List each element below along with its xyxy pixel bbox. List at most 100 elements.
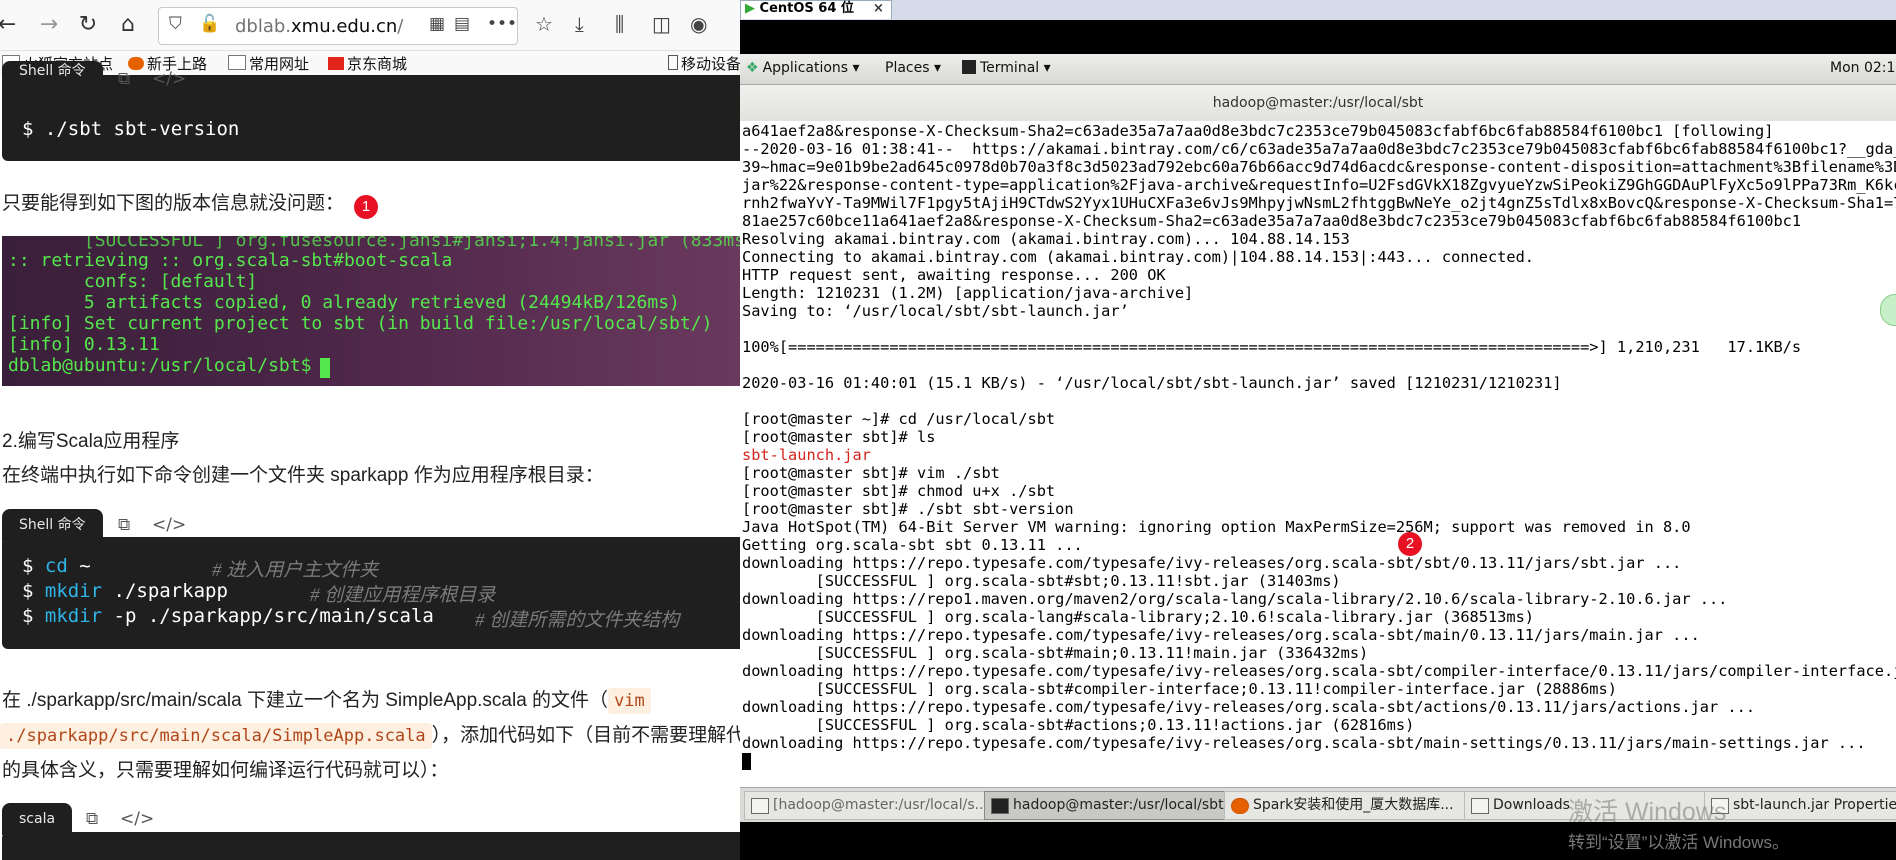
terminal-line: [root@master sbt]# ls xyxy=(742,428,936,446)
view-source-icon[interactable]: </> xyxy=(120,809,154,829)
terminal-line: jar%22&response-content-type=application… xyxy=(742,176,1896,194)
terminal-line: 100%[===================================… xyxy=(742,338,1802,356)
annotation-badge-1: 1 xyxy=(354,195,378,219)
terminal-cursor xyxy=(742,753,751,770)
applications-menu[interactable]: ❖ Applications ▾ xyxy=(746,60,860,76)
paragraph-version-info: 只要能得到如下图的版本信息就没问题： xyxy=(2,193,345,214)
firefox-icon xyxy=(128,57,144,70)
terminal-line: [SUCCESSFUL ] org.scala-sbt#actions;0.13… xyxy=(742,716,1415,734)
vm-window: ▶ CentOS 64 位 × ❖ Applications ▾ Places ▾… xyxy=(740,0,1896,860)
terminal-line: [SUCCESSFUL ] org.scala-sbt#main;0.13.11… xyxy=(742,644,1369,662)
copy-icon[interactable]: ⧉ xyxy=(118,69,130,89)
download-icon[interactable]: ⤓ xyxy=(575,12,584,36)
bookmarks-bar: 火狐官方站点 新手上路 常用网址 京东商城 移动设备 xyxy=(0,51,740,75)
terminal-launcher[interactable]: Terminal ▾ xyxy=(962,60,1051,76)
section-heading: 2.编写Scala应用程序 xyxy=(2,431,180,452)
reload-icon[interactable]: ↻ xyxy=(75,12,101,38)
bookmark-common-sites[interactable]: 常用网址 xyxy=(228,53,309,74)
shield-icon[interactable]: ⛉ xyxy=(169,14,182,34)
bookmark-mobile[interactable]: 移动设备 xyxy=(668,53,740,74)
copy-icon[interactable]: ⧉ xyxy=(118,515,130,535)
firefox-window: ← → ↻ ⌂ ⛉ 🔓 dblab.xmu.edu.cn/ ▦ ▤ ••• ☆ … xyxy=(0,0,740,860)
copy-icon[interactable]: ⧉ xyxy=(86,809,98,829)
more-actions-icon[interactable]: ••• xyxy=(487,14,517,34)
terminal-line: downloading https://repo1.maven.org/mave… xyxy=(742,590,1728,608)
paragraph-create-file-cont: ./sparkapp/src/main/scala/SimpleApp.scal… xyxy=(0,720,740,749)
annotation-badge-2: 2 xyxy=(1398,532,1422,556)
vm-top-margin xyxy=(740,20,1896,54)
terminal-title-bar: hadoop@master:/usr/local/sbt xyxy=(740,85,1896,121)
terminal-image-line: 5 artifacts copied, 0 already retrieved … xyxy=(8,292,680,313)
terminal-line: downloading https://repo.typesafe.com/ty… xyxy=(742,626,1700,644)
taskbar-item-terminal-2[interactable]: hadoop@master:/usr/local/sbt xyxy=(984,791,1230,820)
back-icon[interactable]: ← xyxy=(0,12,20,38)
folder-icon xyxy=(228,55,246,70)
terminal-line: Saving to: ‘/usr/local/sbt/sbt-launch.ja… xyxy=(742,302,1129,320)
code-line: $ mkdir -p ./sparkapp/src/main/scala # 创建… xyxy=(22,605,680,631)
terminal-image-line: [info] 0.13.11 xyxy=(8,334,160,355)
taskbar-item-properties[interactable]: sbt-launch.jar Properties xyxy=(1704,791,1896,820)
terminal-line: [root@master sbt]# vim ./sbt xyxy=(742,464,1000,482)
terminal-line: a641aef2a8&response-X-Checksum-Sha2=c63a… xyxy=(742,122,1774,140)
terminal-line: [root@master sbt]# ./sbt sbt-version xyxy=(742,500,1074,518)
mobile-icon xyxy=(668,55,678,70)
bookmark-star-icon[interactable]: ☆ xyxy=(535,12,553,36)
account-icon[interactable]: ◉ xyxy=(690,12,707,36)
vm-tab-bar: ▶ CentOS 64 位 × xyxy=(740,0,1896,20)
terminal-line: 39~hmac=9e01b9be2ad645c0978d0b70a3f8c3d5… xyxy=(742,158,1896,176)
close-icon[interactable]: × xyxy=(873,1,884,17)
folder-icon xyxy=(1471,798,1489,814)
terminal-line: --2020-03-16 01:38:41-- https://akamai.b… xyxy=(742,140,1896,158)
terminal-line: downloading https://repo.typesafe.com/ty… xyxy=(742,698,1756,716)
terminal-image-line: [info] Set current project to sbt (in bu… xyxy=(8,313,713,334)
paragraph-create-file-end: 的具体含义，只需要理解如何编译运行代码就可以）： xyxy=(2,760,449,781)
terminal-icon xyxy=(991,798,1009,814)
taskbar-item-firefox[interactable]: Spark安装和使用_厦大数据库... xyxy=(1224,791,1470,820)
terminal-line: [SUCCESSFUL ] org.scala-sbt#sbt;0.13.11!… xyxy=(742,572,1341,590)
terminal-line: rnh2fwaYvY-Ta9MWil7F1pgy5tAjiH9CTdwS2Yyx… xyxy=(742,194,1896,212)
library-icon[interactable]: ⫼ xyxy=(615,12,624,36)
view-source-icon[interactable]: </> xyxy=(152,69,186,89)
jd-icon xyxy=(328,57,344,70)
url-text: dblab.xmu.edu.cn/ xyxy=(235,16,404,37)
terminal-line: [root@master ~]# cd /usr/local/sbt xyxy=(742,410,1056,428)
activate-windows-watermark: 激活 Windows xyxy=(1568,798,1727,826)
code-box-tab: Shell 命令 xyxy=(2,509,103,541)
terminal-icon xyxy=(962,60,976,74)
terminal-output[interactable]: a641aef2a8&response-X-Checksum-Sha2=c63a… xyxy=(740,122,1896,787)
bookmark-jd[interactable]: 京东商城 xyxy=(328,53,407,74)
vm-icon: ▶ xyxy=(745,1,755,16)
qr-code-icon[interactable]: ▦ xyxy=(429,14,445,34)
paragraph-create-folder: 在终端中执行如下命令创建一个文件夹 sparkapp 作为应用程序根目录： xyxy=(2,465,604,486)
terminal-line: downloading https://repo.typesafe.com/ty… xyxy=(742,734,1866,752)
terminal-icon xyxy=(751,798,769,814)
firefox-icon xyxy=(1231,798,1249,814)
sidebar-icon[interactable]: ◫ xyxy=(652,12,671,36)
taskbar-item-terminal-1[interactable]: [hadoop@master:/usr/local/s... xyxy=(744,791,990,820)
terminal-line: 81ae257c60bce11a641aef2a8&response-X-Che… xyxy=(742,212,1802,230)
terminal-line: Java HotSpot(TM) 64-Bit Server VM warnin… xyxy=(742,518,1691,536)
view-source-icon[interactable]: </> xyxy=(152,515,186,535)
browser-toolbar: ← → ↻ ⌂ ⛉ 🔓 dblab.xmu.edu.cn/ ▦ ▤ ••• ☆ … xyxy=(0,0,740,51)
insecure-lock-icon[interactable]: 🔓 xyxy=(199,14,220,34)
reader-view-icon[interactable]: ▤ xyxy=(454,14,470,34)
code-line: $ cd ~ # 进入用户主文件夹 xyxy=(22,555,379,581)
code-line: $ ./sbt sbt-version xyxy=(22,118,240,140)
terminal-line: downloading https://repo.typesafe.com/ty… xyxy=(742,662,1896,680)
terminal-line: downloading https://repo.typesafe.com/ty… xyxy=(742,554,1682,572)
code-box-tab: scala xyxy=(2,803,73,835)
terminal-image-line: confs: [default] xyxy=(8,271,258,292)
terminal-line: [root@master sbt]# chmod u+x ./sbt xyxy=(742,482,1056,500)
terminal-line: sbt-launch.jar xyxy=(742,446,871,464)
code-box-mkdir: $ cd ~ # 进入用户主文件夹 $ mkdir ./sparkapp # 创建应… xyxy=(2,537,740,649)
places-menu[interactable]: Places ▾ xyxy=(885,60,941,76)
foot-icon: ❖ xyxy=(746,60,759,76)
url-bar[interactable]: ⛉ 🔓 dblab.xmu.edu.cn/ ▦ ▤ ••• xyxy=(158,7,518,45)
forward-icon[interactable]: → xyxy=(36,12,62,38)
terminal-screenshot-image: [SUCCESSFUL ] org.fusesource.jansi#jansi… xyxy=(2,236,740,386)
home-icon[interactable]: ⌂ xyxy=(115,12,141,38)
inline-code: ./sparkapp/src/main/scala/SimpleApp.scal… xyxy=(0,723,432,749)
vm-tab[interactable]: ▶ CentOS 64 位 × xyxy=(740,0,892,19)
article-page: Shell 命令 $ ./sbt sbt-version ⧉ </> 只要能得到… xyxy=(0,61,740,860)
terminal-image-line: :: retrieving :: org.scala-sbt#boot-scal… xyxy=(8,250,453,271)
